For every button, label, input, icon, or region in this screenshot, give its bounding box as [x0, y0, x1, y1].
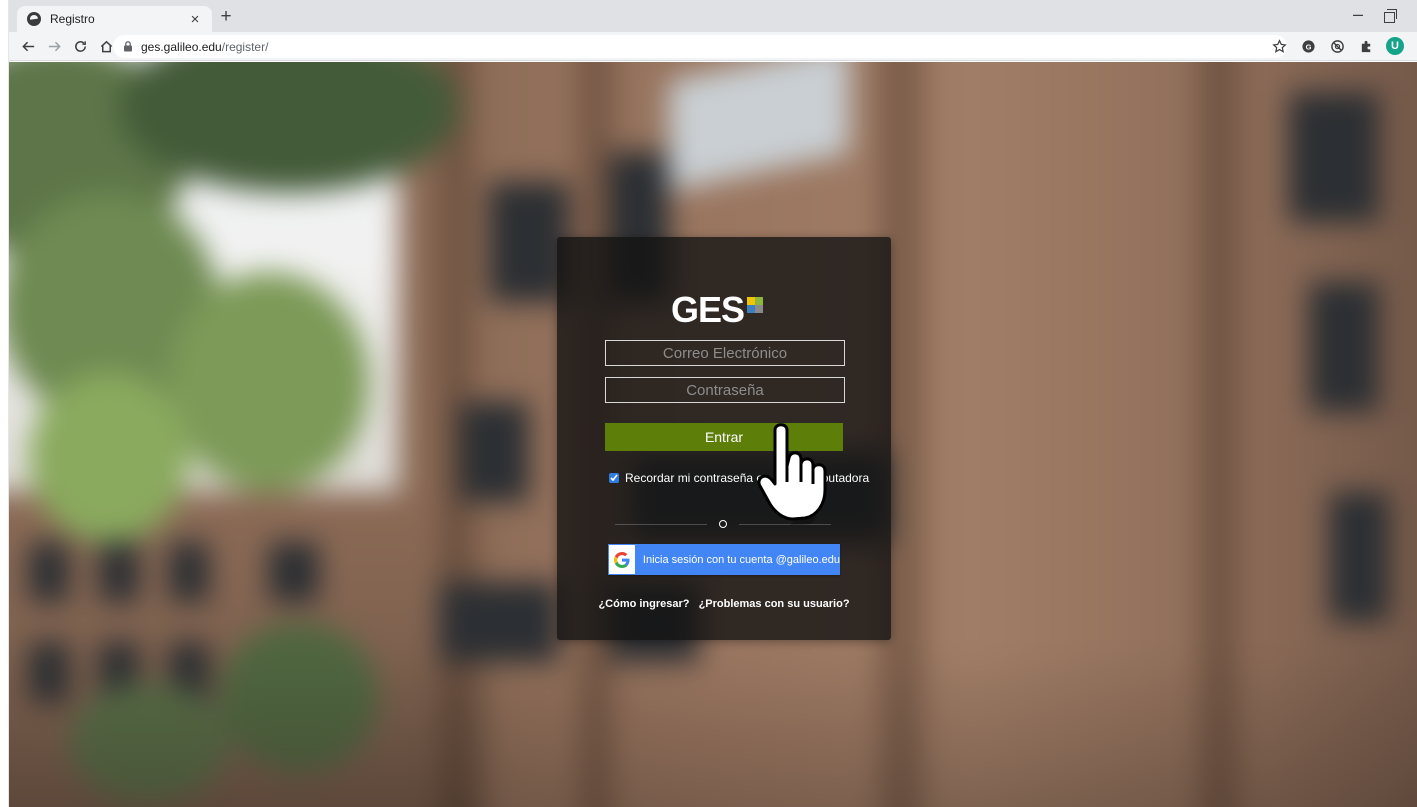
site-favicon-icon [27, 12, 41, 26]
profile-avatar[interactable]: U [1385, 36, 1405, 56]
logo-square-green [755, 297, 763, 305]
browser-toolbar: ges.galileo.edu/register/ G U [9, 32, 1417, 61]
google-sign-in-label: Inicia sesión con tu cuenta @galileo.edu [642, 553, 840, 566]
bookmark-star-icon[interactable] [1269, 36, 1289, 56]
tab-title: Registro [50, 12, 95, 26]
google-logo-icon [609, 545, 635, 574]
forward-arrow-icon [48, 41, 61, 51]
back-arrow-icon [21, 41, 34, 51]
extensions-puzzle-icon[interactable] [1356, 36, 1376, 56]
toolbar-actions: G U [1269, 36, 1405, 56]
logo-square-gray [755, 305, 763, 313]
reload-icon [74, 40, 86, 52]
logo-square-yellow [747, 297, 755, 305]
home-icon [100, 40, 112, 52]
browser-tab-strip: Registro × + – [9, 0, 1417, 32]
email-field[interactable] [605, 340, 845, 366]
svg-text:G: G [1305, 42, 1311, 51]
password-field[interactable] [605, 377, 845, 403]
ges-logo: GES [671, 289, 781, 330]
screen-edge [0, 0, 9, 807]
url-text: ges.galileo.edu/register/ [141, 40, 268, 54]
browser-tab[interactable]: Registro × [17, 6, 212, 32]
new-tab-button[interactable]: + [215, 7, 237, 29]
how-to-login-link[interactable]: ¿Cómo ingresar? [598, 598, 689, 610]
forward-button[interactable] [43, 35, 65, 57]
user-problems-link[interactable]: ¿Problemas con su usuario? [699, 598, 850, 610]
grammar-extension-icon[interactable]: G [1298, 36, 1318, 56]
url-host: ges.galileo.edu [141, 39, 222, 54]
logo-text: GES [671, 289, 745, 330]
minimize-window-button[interactable]: – [1353, 4, 1363, 25]
remember-password-checkbox[interactable] [609, 473, 619, 483]
divider-circle-icon [719, 520, 727, 528]
profile-initial: U [1386, 37, 1404, 55]
lock-icon [123, 41, 133, 52]
address-bar[interactable]: ges.galileo.edu/register/ [113, 35, 1287, 58]
google-sign-in-button[interactable]: Inicia sesión con tu cuenta @galileo.edu [608, 544, 840, 575]
page-viewport: GES Entrar Recordar mi contraseña en est… [9, 62, 1417, 807]
help-links: ¿Cómo ingresar? ¿Problemas con su usuari… [557, 598, 891, 610]
back-button[interactable] [17, 35, 39, 57]
close-tab-icon[interactable]: × [186, 11, 204, 28]
url-path: /register/ [221, 39, 269, 54]
hand-cursor-icon [757, 423, 827, 525]
blocker-extension-icon[interactable] [1327, 36, 1347, 56]
restore-window-button[interactable] [1384, 9, 1397, 23]
logo-square-blue [747, 305, 755, 313]
reload-button[interactable] [69, 35, 91, 57]
divider-left [615, 524, 707, 525]
